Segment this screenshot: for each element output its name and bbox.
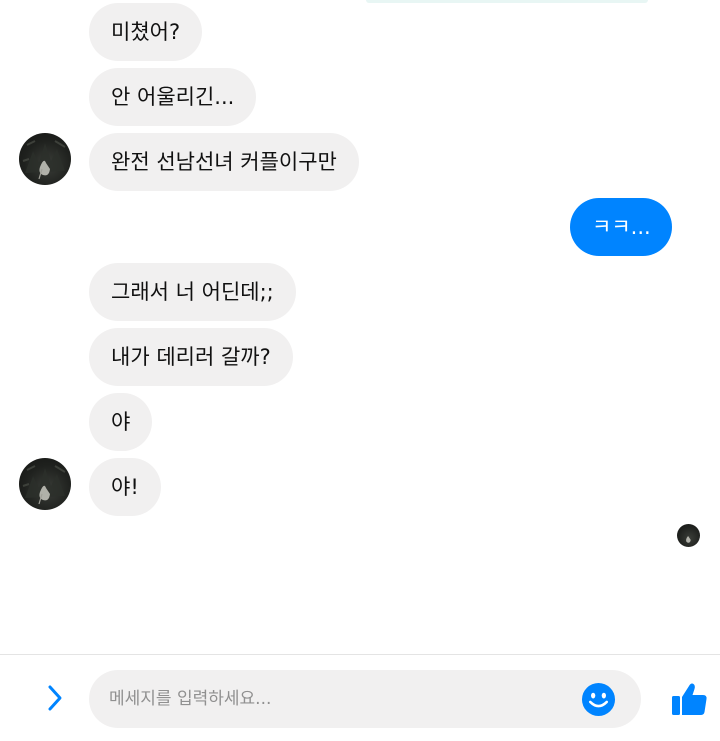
message-bubble-incoming[interactable]: 미쳤어?	[89, 3, 203, 61]
message-bubble-incoming[interactable]: 그래서 너 어딘데;;	[89, 263, 296, 321]
smiley-icon[interactable]	[581, 682, 616, 717]
message-input[interactable]: 메세지를 입력하세요...	[89, 670, 641, 728]
message-text: 야	[111, 410, 131, 434]
thumbs-up-icon[interactable]	[670, 681, 708, 717]
message-bubble-incoming[interactable]: 안 어울리긴...	[89, 68, 257, 126]
contact-avatar[interactable]	[19, 133, 71, 185]
read-receipt-avatar	[677, 524, 700, 547]
message-text: 미쳤어?	[111, 20, 181, 44]
previous-message-edge	[366, 0, 648, 3]
contact-avatar[interactable]	[19, 458, 71, 510]
message-bubble-incoming[interactable]: 내가 데리러 갈까?	[89, 328, 293, 386]
message-text: 야!	[111, 475, 139, 499]
message-text: 안 어울리긴...	[111, 85, 235, 109]
message-input-placeholder: 메세지를 입력하세요...	[109, 689, 272, 709]
message-text: 그래서 너 어딘데;;	[111, 280, 274, 304]
message-bubble-incoming[interactable]: 완전 선남선녀 커플이구만	[89, 133, 359, 191]
message-bubble-incoming[interactable]: 야	[89, 393, 153, 451]
message-bubble-incoming[interactable]: 야!	[89, 458, 161, 516]
message-bubble-outgoing[interactable]: ㅋㅋ...	[570, 198, 672, 256]
chevron-right-icon[interactable]	[40, 683, 70, 713]
composer-bar: 메세지를 입력하세요...	[0, 654, 720, 741]
message-text: 내가 데리러 갈까?	[111, 345, 271, 369]
message-text: ㅋㅋ...	[592, 215, 651, 239]
message-text: 완전 선남선녀 커플이구만	[111, 150, 337, 174]
